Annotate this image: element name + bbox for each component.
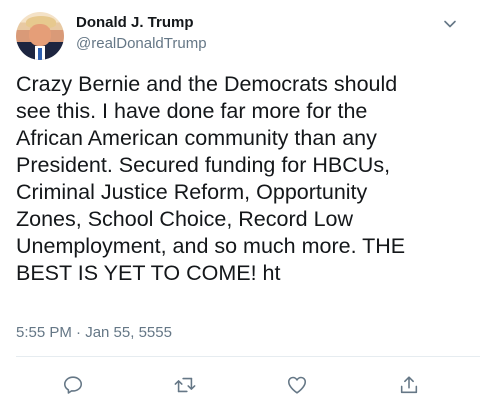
chevron-down-icon[interactable]	[442, 16, 458, 32]
action-bar	[0, 372, 480, 398]
share-button[interactable]	[396, 372, 422, 398]
avatar-tie	[38, 48, 42, 60]
tweet-text: Crazy Bernie and the Democrats should se…	[16, 72, 406, 285]
author-display-name[interactable]: Donald J. Trump	[76, 14, 194, 31]
retweet-icon	[174, 377, 196, 393]
heart-icon	[287, 376, 307, 394]
like-button[interactable]	[284, 372, 310, 398]
share-icon	[400, 376, 418, 394]
divider	[16, 356, 480, 357]
reply-icon	[63, 376, 83, 394]
tweet-card: Donald J. Trump @realDonaldTrump Crazy B…	[0, 0, 480, 410]
avatar-face	[29, 24, 51, 46]
retweet-button[interactable]	[172, 372, 198, 398]
reply-button[interactable]	[60, 372, 86, 398]
tweet-timestamp[interactable]: 5:55 PM · Jan 55, 5555	[16, 324, 172, 341]
author-handle[interactable]: @realDonaldTrump	[76, 35, 207, 52]
avatar[interactable]	[16, 12, 64, 60]
